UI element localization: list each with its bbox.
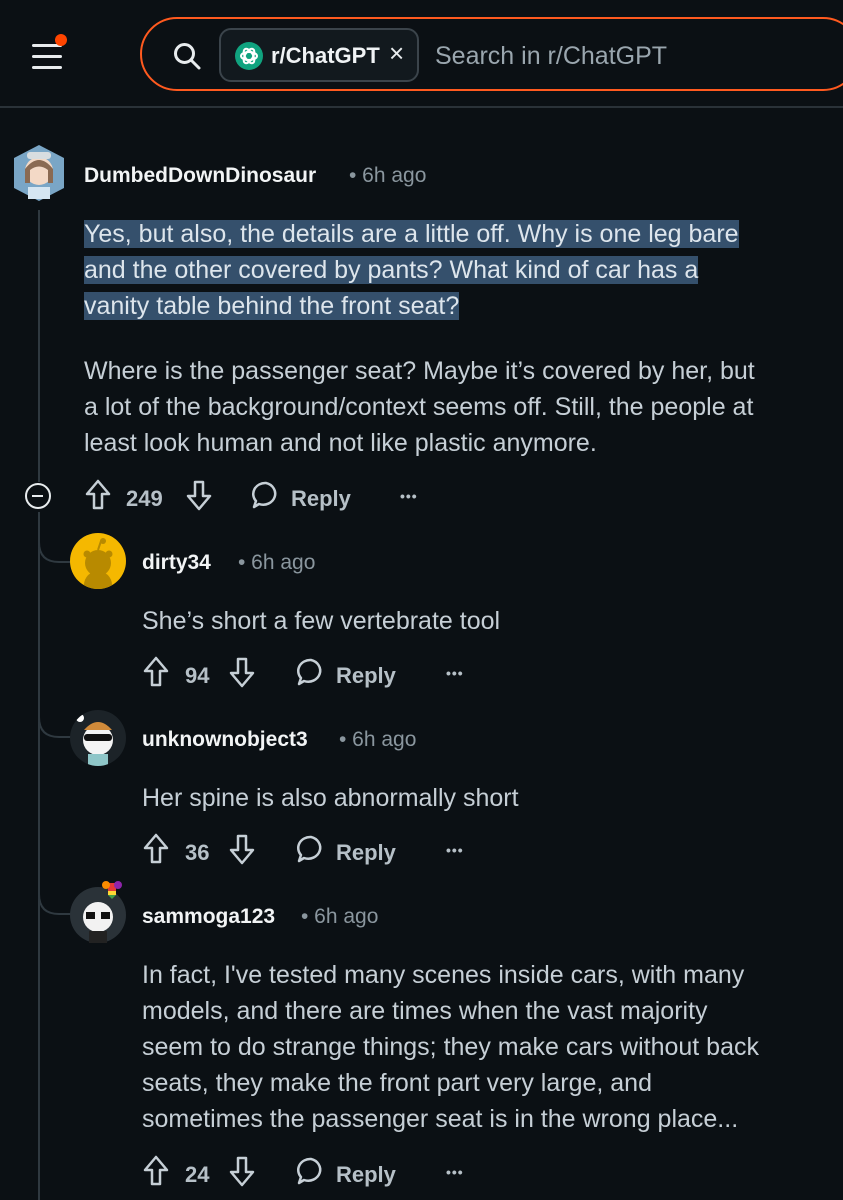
rainbow-heart-icon — [102, 881, 122, 899]
highlighted-text-line: vanity table behind the front seat? — [84, 292, 460, 320]
comment-body: Where is the passenger seat? Maybe it’s … — [84, 353, 824, 461]
text-line: least look human and not like plastic an… — [84, 429, 597, 457]
downvote-icon[interactable] — [228, 655, 256, 689]
vote-count: 249 — [126, 486, 163, 511]
more-options-button[interactable]: ••• — [446, 1164, 464, 1180]
downvote-icon[interactable] — [228, 832, 256, 866]
comment-timestamp: • 6h ago — [339, 728, 417, 751]
search-input[interactable]: Search in r/ChatGPT — [435, 42, 667, 71]
text-line: seem to do strange things; they make car… — [142, 1033, 759, 1061]
avatar[interactable] — [70, 533, 126, 589]
reply-icon[interactable] — [296, 834, 326, 864]
upvote-icon[interactable] — [142, 655, 170, 689]
more-options-button[interactable]: ••• — [400, 488, 418, 504]
comment-body: In fact, I've tested many scenes inside … — [142, 957, 832, 1137]
text-line: seats, they make the front part very lar… — [142, 1069, 652, 1097]
top-bar: r/ChatGPT × Search in r/ChatGPT — [0, 0, 843, 108]
comment-timestamp: • 6h ago — [349, 164, 427, 187]
text-line: Her spine is also abnormally short — [142, 784, 519, 812]
thread-connectors — [38, 541, 76, 915]
notification-dot — [55, 34, 67, 46]
upvote-icon[interactable] — [142, 832, 170, 866]
comment-body: Her spine is also abnormally short — [142, 780, 822, 816]
reply-button[interactable]: Reply — [336, 840, 396, 866]
comment-username[interactable]: DumbedDownDinosaur — [84, 164, 316, 188]
subreddit-filter-chip[interactable]: r/ChatGPT × — [219, 28, 419, 82]
thread-line-main — [38, 210, 40, 482]
avatar[interactable] — [70, 881, 126, 943]
reply-button[interactable]: Reply — [336, 1162, 396, 1188]
text-line: She’s short a few vertebrate tool — [142, 607, 501, 635]
comment-actions: 24 Reply ••• — [142, 1154, 502, 1194]
close-icon[interactable]: × — [389, 40, 404, 66]
text-line: sometimes the passenger seat is in the w… — [142, 1105, 739, 1133]
text-line: models, and there are times when the vas… — [142, 997, 708, 1025]
reply-icon[interactable] — [296, 1156, 326, 1186]
text-line: Where is the passenger seat? Maybe it’s … — [84, 357, 755, 385]
comment-body: Yes, but also, the details are a little … — [84, 216, 824, 324]
subreddit-chip-label: r/ChatGPT — [271, 43, 380, 68]
upvote-icon[interactable] — [84, 478, 112, 512]
comment-actions: 94 Reply ••• — [142, 655, 502, 695]
vote-count: 94 — [185, 663, 210, 688]
reply-icon[interactable] — [251, 480, 281, 510]
more-options-button[interactable]: ••• — [446, 842, 464, 858]
reply-button[interactable]: Reply — [291, 486, 351, 512]
vote-count: 36 — [185, 840, 210, 865]
downvote-icon[interactable] — [228, 1154, 256, 1188]
text-line: In fact, I've tested many scenes inside … — [142, 961, 745, 989]
comment-actions: 249 Reply ••• — [84, 478, 444, 518]
chatgpt-logo-icon — [235, 42, 263, 70]
vote-count: 24 — [185, 1162, 210, 1187]
highlighted-text-line: Yes, but also, the details are a little … — [84, 220, 739, 248]
text-line: a lot of the background/context seems of… — [84, 393, 754, 421]
upvote-icon[interactable] — [142, 1154, 170, 1188]
menu-icon[interactable] — [30, 34, 67, 74]
more-options-button[interactable]: ••• — [446, 665, 464, 681]
collapse-thread-icon[interactable] — [25, 483, 51, 509]
search-icon[interactable] — [172, 41, 202, 71]
avatar[interactable] — [70, 710, 126, 766]
comment-username[interactable]: sammoga123 — [142, 905, 275, 929]
highlighted-text-line: and the other covered by pants? What kin… — [84, 256, 699, 284]
search-bar[interactable]: r/ChatGPT × Search in r/ChatGPT — [140, 17, 843, 91]
comment-timestamp: • 6h ago — [238, 551, 316, 574]
reply-button[interactable]: Reply — [336, 663, 396, 689]
downvote-icon[interactable] — [185, 478, 213, 512]
comment-username[interactable]: unknownobject3 — [142, 728, 308, 752]
comment-timestamp: • 6h ago — [301, 905, 379, 928]
reply-icon[interactable] — [296, 657, 326, 687]
comment-actions: 36 Reply ••• — [142, 832, 502, 872]
comment-body: She’s short a few vertebrate tool — [142, 603, 822, 639]
comment-username[interactable]: dirty34 — [142, 551, 211, 575]
avatar[interactable] — [12, 143, 66, 203]
